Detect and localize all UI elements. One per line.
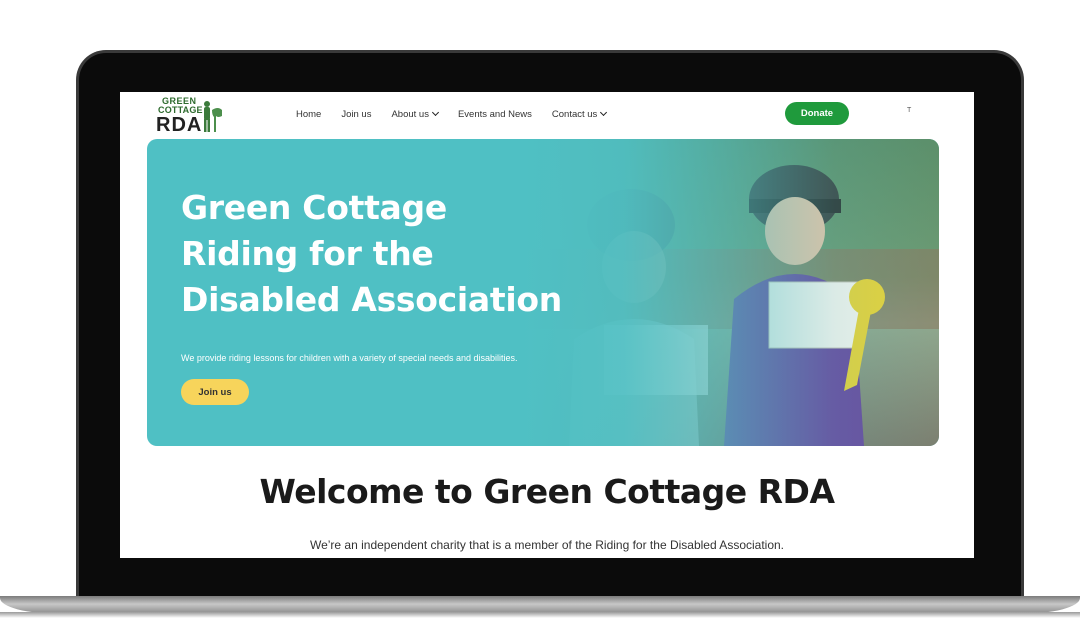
header-small-text: T <box>907 107 912 114</box>
hero-title-line-1: Green Cottage <box>181 188 447 227</box>
hero-title-line-2: Riding for the <box>181 234 434 273</box>
welcome-heading: Welcome to Green Cottage RDA <box>259 472 836 511</box>
site-logo[interactable]: GREEN COTTAGE RDA <box>156 96 226 136</box>
nav-home[interactable]: Home <box>296 105 321 123</box>
donate-label: Donate <box>800 108 834 119</box>
nav-events-news-label: Events and News <box>457 108 532 120</box>
nav-home-label: Home <box>296 108 322 120</box>
nav-join-us-label: Join us <box>341 108 372 120</box>
hero-photo-fade <box>519 139 939 446</box>
nav-join-us[interactable]: Join us <box>341 105 371 123</box>
laptop-shadow <box>0 612 1080 618</box>
join-us-button[interactable]: Join us <box>181 379 249 405</box>
hero-banner: Green Cottage Riding for the Disabled As… <box>147 139 939 446</box>
nav-contact-us-label: Contact us <box>551 108 598 120</box>
nav-contact-us[interactable]: Contact us <box>551 105 608 123</box>
donate-button[interactable]: Donate <box>785 102 849 125</box>
logo-line-rda: RDA <box>156 114 203 136</box>
chevron-down-icon <box>431 108 439 117</box>
nav-events-news[interactable]: Events and News <box>458 105 532 123</box>
horse-rider-icon <box>204 101 222 132</box>
hero-title-line-3: Disabled Association <box>181 280 562 319</box>
nav-about-us-label: About us <box>391 108 429 120</box>
welcome-intro: We’re an independent charity that is a m… <box>309 538 785 552</box>
hero-title: Green Cottage Riding for the Disabled As… <box>181 185 581 323</box>
website-screen: GREEN COTTAGE RDA Home Join us About us … <box>120 92 974 558</box>
join-us-label: Join us <box>198 386 232 398</box>
nav-about-us[interactable]: About us <box>391 105 439 123</box>
hero-subtitle: We provide riding lessons for children w… <box>181 353 518 363</box>
chevron-down-icon <box>600 108 608 117</box>
main-nav: Home Join us About us Events and News Co… <box>296 105 626 123</box>
site-header: GREEN COTTAGE RDA Home Join us About us … <box>120 92 974 136</box>
